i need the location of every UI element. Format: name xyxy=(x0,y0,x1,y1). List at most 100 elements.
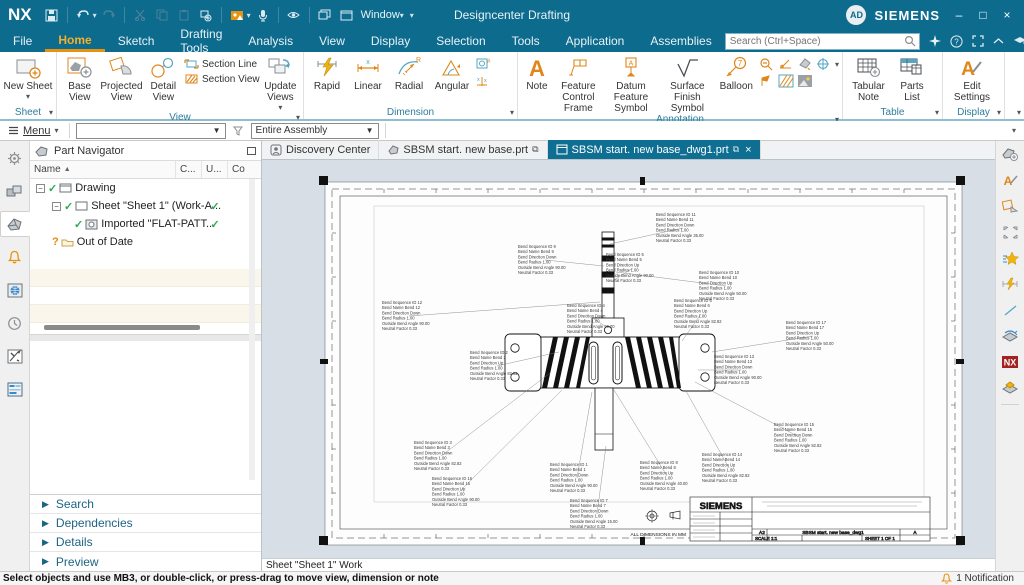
window-menu-label[interactable]: Window xyxy=(361,9,400,21)
tab-selection[interactable]: Selection xyxy=(423,30,498,52)
edit-appearance-icon[interactable] xyxy=(797,57,813,71)
tutorials-link[interactable]: Tutorials xyxy=(1013,35,1024,47)
tab-file[interactable]: File xyxy=(0,30,45,52)
column-c[interactable]: C... xyxy=(176,161,202,178)
toolbar-overflow-icon[interactable]: ▾ xyxy=(1012,126,1020,135)
new-sheet-button[interactable]: New Sheet▾ xyxy=(3,54,53,101)
window-dropdown-icon[interactable]: ▾ xyxy=(400,11,404,20)
center-mark-dropdown-icon[interactable]: ▾ xyxy=(835,60,839,69)
maximize-button[interactable]: □ xyxy=(972,5,994,25)
notification-button[interactable]: 1 Notification xyxy=(941,573,1024,584)
zoom-out-annotation-icon[interactable] xyxy=(759,57,775,71)
minimize-ribbon-icon[interactable] xyxy=(993,37,1004,45)
edit-settings-shortcut-icon[interactable]: A xyxy=(999,170,1021,190)
sheet-group-dropdown-icon[interactable]: ▾ xyxy=(49,108,53,117)
sheet-metal-icon[interactable] xyxy=(999,326,1021,346)
filter-icon[interactable] xyxy=(232,125,245,137)
selection-filter-dropdown[interactable]: ▼ xyxy=(76,123,226,139)
move-object-icon[interactable] xyxy=(196,5,216,25)
tree-row-out-of-date[interactable]: ? Out of Date xyxy=(30,233,261,251)
section-view-button[interactable]: Section View xyxy=(184,73,260,85)
display-group-dropdown-icon[interactable]: ▾ xyxy=(997,108,1001,117)
part-navigator-icon[interactable] xyxy=(0,211,30,237)
tab-sketch[interactable]: Sketch xyxy=(105,30,168,52)
tab-drafting-tools[interactable]: Drafting Tools xyxy=(167,30,235,52)
column-name[interactable]: Name▲ xyxy=(30,161,176,178)
section-preview[interactable]: ▶Preview xyxy=(30,552,261,571)
detach-tab-icon[interactable]: ⧉ xyxy=(532,144,538,155)
parts-list-button[interactable]: Parts List xyxy=(892,54,932,103)
table-group-dropdown-icon[interactable]: ▾ xyxy=(935,108,939,117)
crosshatch-icon[interactable] xyxy=(778,74,794,88)
base-view-shortcut-icon[interactable] xyxy=(999,144,1021,164)
screenshot-icon[interactable] xyxy=(227,5,247,25)
rapid-dimension-shortcut-icon[interactable] xyxy=(999,274,1021,294)
intersection-symbol-icon[interactable] xyxy=(778,57,794,71)
web-browser-icon[interactable] xyxy=(2,277,28,303)
tab-view[interactable]: View xyxy=(306,30,358,52)
user-avatar[interactable]: AD xyxy=(846,5,866,25)
edit-settings-button[interactable]: A Edit Settings xyxy=(946,54,998,103)
history-clock-icon[interactable] xyxy=(2,310,28,336)
angular-dimension-button[interactable]: Angular xyxy=(430,54,474,92)
tree-horizontal-scrollbar[interactable] xyxy=(44,325,200,330)
help-icon[interactable]: ? xyxy=(950,35,963,48)
favorites-star-icon[interactable] xyxy=(999,248,1021,268)
section-line-button[interactable]: Section Line xyxy=(184,58,260,70)
note-button[interactable]: A Note xyxy=(521,54,553,92)
panel-vertical-scrollbar[interactable] xyxy=(249,179,255,480)
base-view-button[interactable]: Base View xyxy=(60,54,99,103)
tab-application[interactable]: Application xyxy=(553,30,638,52)
ordinate-dimension-icon[interactable]: #1 xyxy=(475,57,491,71)
notifications-bell-icon[interactable] xyxy=(2,244,28,270)
detach-tab-icon[interactable]: ⧉ xyxy=(733,144,739,155)
tree-row-sheet1[interactable]: − ✓ Sheet "Sheet 1" (Work-A... ✓ xyxy=(30,197,261,215)
ribbon-overflow-icon[interactable]: ▾ xyxy=(1017,108,1021,117)
qat-customize-icon[interactable]: ▾ xyxy=(410,11,414,20)
detail-view-button[interactable]: Detail View xyxy=(144,54,183,103)
search-icon[interactable] xyxy=(904,35,916,47)
collapse-icon[interactable]: − xyxy=(36,184,45,193)
command-search[interactable] xyxy=(725,33,920,50)
fit-view-icon[interactable] xyxy=(999,222,1021,242)
window-icon[interactable] xyxy=(337,5,357,25)
column-co[interactable]: Co xyxy=(228,161,261,178)
fullscreen-icon[interactable] xyxy=(972,35,984,47)
tab-assemblies[interactable]: Assemblies xyxy=(637,30,724,52)
assembly-navigator-icon[interactable] xyxy=(2,178,28,204)
surface-finish-symbol-button[interactable]: Surface Finish Symbol xyxy=(659,54,715,114)
paste-icon[interactable] xyxy=(174,5,194,25)
tree-row-imported-view[interactable]: ✓ Imported "FLAT-PATT... ✓ xyxy=(30,215,261,233)
dimension-group-dropdown-icon[interactable]: ▾ xyxy=(510,108,514,117)
tabular-note-button[interactable]: Tabular Note xyxy=(846,54,891,103)
screenshot-dropdown-icon[interactable]: ▾ xyxy=(247,11,251,20)
line-tool-icon[interactable] xyxy=(999,300,1021,320)
panel-horizontal-scrollbar[interactable] xyxy=(30,334,261,341)
redo-icon[interactable] xyxy=(99,5,119,25)
linear-dimension-button[interactable]: x Linear xyxy=(348,54,388,92)
section-dependencies[interactable]: ▶Dependencies xyxy=(30,514,261,533)
search-input[interactable] xyxy=(726,36,904,47)
center-mark-icon[interactable] xyxy=(816,57,832,71)
image-icon[interactable] xyxy=(797,74,813,88)
nx-journal-icon[interactable]: NX xyxy=(999,352,1021,372)
feature-control-frame-button[interactable]: Feature Control Frame xyxy=(554,54,603,114)
collapse-icon[interactable]: − xyxy=(52,202,61,211)
tree-row-drawing[interactable]: − ✓ Drawing xyxy=(30,179,261,197)
repeat-command-icon[interactable] xyxy=(284,5,304,25)
drawing-viewport[interactable]: Bend Sequence ID 9Bend Name Bend 9Bend D… xyxy=(262,160,995,558)
microphone-icon[interactable] xyxy=(253,5,273,25)
save-icon[interactable] xyxy=(42,5,62,25)
tools-icon[interactable] xyxy=(2,343,28,369)
tab-base-part[interactable]: SBSM start. new base.prt ⧉ xyxy=(379,140,547,159)
panel-float-button[interactable] xyxy=(247,147,256,155)
selection-scope-dropdown[interactable]: Entire Assembly▼ xyxy=(251,123,379,139)
tab-drawing-part[interactable]: SBSM start. new base_dwg1.prt ⧉ × xyxy=(548,140,761,159)
close-tab-icon[interactable]: × xyxy=(745,144,751,156)
balloon-button[interactable]: 7 Balloon xyxy=(717,54,756,92)
rapid-dimension-button[interactable]: Rapid xyxy=(307,54,347,92)
undo-dropdown-icon[interactable]: ▾ xyxy=(93,11,97,20)
undo-icon[interactable] xyxy=(73,5,93,25)
drawing-sheet[interactable]: Bend Sequence ID 9Bend Name Bend 9Bend D… xyxy=(262,160,995,558)
target-point-symbol-icon[interactable] xyxy=(759,74,775,88)
